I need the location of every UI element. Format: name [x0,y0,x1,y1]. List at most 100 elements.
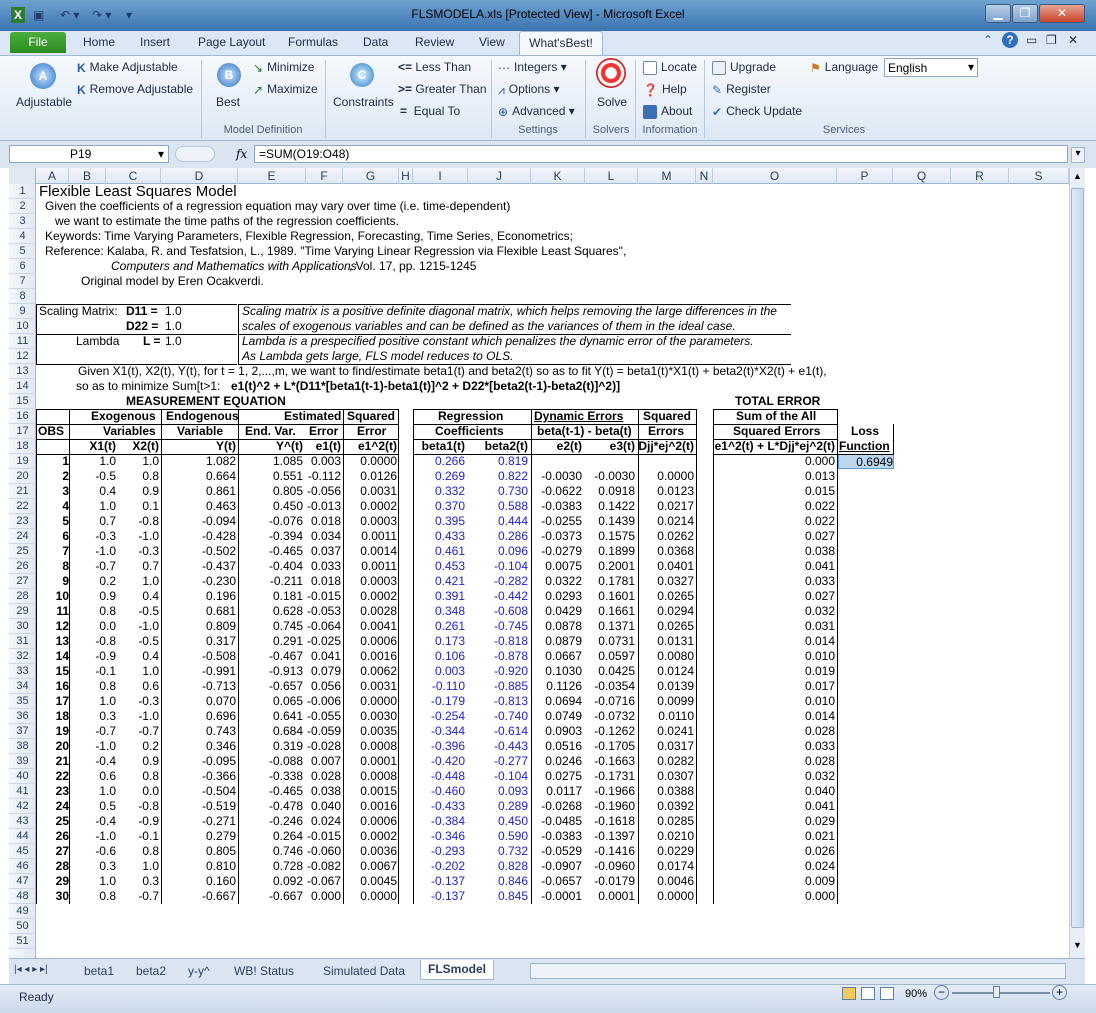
options-dropdown[interactable]: ⩘ Options ▾ [498,82,560,97]
remove-adjustable-button[interactable]: K Remove Adjustable [77,82,193,97]
row-header[interactable]: 4 [9,229,36,244]
column-header[interactable]: J [468,168,531,184]
column-header[interactable]: B [69,168,106,184]
help-icon[interactable]: ? [1002,32,1018,48]
register-button[interactable]: ✎ Register [712,82,771,97]
row-header[interactable]: 18 [9,439,36,454]
row-header[interactable]: 16 [9,409,36,424]
zoom-slider-thumb[interactable] [993,986,1000,998]
restore-window-button[interactable]: ❐ [1012,4,1038,23]
ribbon-collapse-icon[interactable]: ⌃ [983,33,993,47]
row-header[interactable]: 46 [9,859,36,874]
row-header[interactable]: 51 [9,934,36,949]
column-header[interactable]: E [238,168,306,184]
integers-dropdown[interactable]: ⋯ Integers ▾ [498,60,567,75]
normal-view-icon[interactable] [842,987,856,1000]
row-header[interactable]: 21 [9,484,36,499]
row-header[interactable]: 48 [9,889,36,904]
row-header[interactable]: 2 [9,199,36,214]
expand-formula-icon[interactable]: ▾ [1071,147,1085,163]
help-button[interactable]: ❓ Help [643,82,687,97]
row-header[interactable]: 37 [9,724,36,739]
zoom-slider[interactable] [952,992,1050,994]
zoom-out-icon[interactable]: − [934,985,949,1000]
row-header[interactable]: 10 [9,319,36,334]
tab-review[interactable]: Review [415,35,454,49]
row-header[interactable]: 8 [9,289,36,304]
row-header[interactable]: 24 [9,529,36,544]
equal-to-button[interactable]: = Equal To [400,104,460,118]
tab-home[interactable]: Home [83,35,115,49]
column-header[interactable]: C [106,168,161,184]
row-header[interactable]: 22 [9,499,36,514]
language-select[interactable]: English ▾ [884,58,978,77]
minimize-button[interactable]: ↘ Minimize [253,60,314,75]
row-header[interactable]: 11 [9,334,36,349]
name-box[interactable]: P19 ▾ [9,145,169,163]
page-break-view-icon[interactable] [880,987,894,1000]
row-header[interactable]: 28 [9,589,36,604]
row-header[interactable]: 49 [9,904,36,919]
formula-input[interactable]: =SUM(O19:O48) [254,145,1068,163]
constraints-button[interactable]: Constraints [333,95,394,109]
column-header[interactable]: G [343,168,399,184]
upgrade-button[interactable]: Upgrade [712,60,776,75]
column-header[interactable]: A [36,168,69,184]
row-header[interactable]: 14 [9,379,36,394]
row-header[interactable]: 31 [9,634,36,649]
adjustable-button[interactable]: Adjustable [16,95,72,109]
row-header[interactable]: 35 [9,694,36,709]
row-header[interactable]: 6 [9,259,36,274]
close-workbook-icon[interactable]: ✕ [1068,33,1078,47]
make-adjustable-button[interactable]: K Make Adjustable [77,60,178,75]
row-header[interactable]: 30 [9,619,36,634]
minimize-workbook-icon[interactable]: ▭ [1026,33,1037,47]
about-button[interactable]: About [643,104,692,119]
tab-insert[interactable]: Insert [140,35,170,49]
scroll-down-icon[interactable]: ▼ [1071,940,1084,954]
solve-button[interactable]: Solve [597,95,627,109]
row-header[interactable]: 19 [9,454,36,469]
column-header[interactable]: N [696,168,713,184]
sheet-tab-flsmodel[interactable]: FLSmodel [420,960,494,980]
row-header[interactable]: 33 [9,664,36,679]
close-window-button[interactable]: ✕ [1039,4,1085,23]
sheet-tab-simulated-data[interactable]: Simulated Data [323,964,405,978]
column-header[interactable]: F [306,168,343,184]
row-header[interactable]: 42 [9,799,36,814]
tab-file[interactable]: File [10,32,66,53]
row-header[interactable]: 27 [9,574,36,589]
vertical-scrollbar[interactable]: ▲ ▼ [1069,168,1085,958]
greater-than-button[interactable]: >= Greater Than [398,82,487,96]
row-header[interactable]: 13 [9,364,36,379]
column-header[interactable]: H [399,168,413,184]
less-than-button[interactable]: <= Less Than [398,60,471,74]
row-header[interactable]: 39 [9,754,36,769]
column-header[interactable]: K [531,168,585,184]
row-header[interactable]: 50 [9,919,36,934]
tab-formulas[interactable]: Formulas [288,35,338,49]
row-header[interactable]: 17 [9,424,36,439]
row-header[interactable]: 32 [9,649,36,664]
row-header[interactable]: 3 [9,214,36,229]
row-header[interactable]: 47 [9,874,36,889]
row-header[interactable]: 5 [9,244,36,259]
zoom-level[interactable]: 90% [905,988,927,1000]
row-header[interactable]: 36 [9,709,36,724]
row-header[interactable]: 9 [9,304,36,319]
row-header[interactable]: 20 [9,469,36,484]
row-header[interactable]: 38 [9,739,36,754]
row-header[interactable]: 40 [9,769,36,784]
minimize-window-button[interactable]: ▁ [985,4,1011,23]
maximize-button[interactable]: ↗ Maximize [253,82,318,97]
column-header[interactable]: R [951,168,1009,184]
worksheet-grid[interactable]: Flexible Least Squares Model Given the co… [36,184,1069,958]
row-header[interactable]: 7 [9,274,36,289]
sheet-tab-beta1[interactable]: beta1 [84,964,114,978]
check-update-button[interactable]: ✔ Check Update [712,104,802,119]
row-header[interactable]: 29 [9,604,36,619]
sheet-tab-y-yhat[interactable]: y-y^ [188,964,210,978]
fx-icon[interactable]: fx [236,147,247,161]
page-layout-view-icon[interactable] [861,987,875,1000]
row-header[interactable]: 43 [9,814,36,829]
